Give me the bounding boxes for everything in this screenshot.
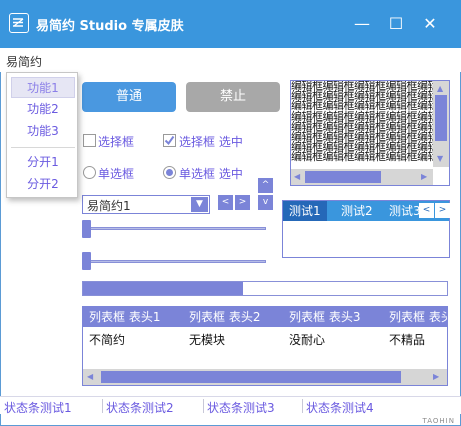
radio-selected-label: 单选框 选中	[179, 167, 243, 181]
menu-item-split2[interactable]: 分开2	[11, 174, 75, 195]
list-hscroll-thumb[interactable]	[101, 371, 401, 383]
checkbox-unchecked-label: 选择框	[98, 135, 135, 149]
list-header-4[interactable]: 列表框 表头4	[389, 307, 447, 327]
window-title: 易简约 Studio 专属皮肤	[36, 19, 184, 34]
slider-track-bottom[interactable]	[82, 260, 266, 263]
list-header: 列表框 表头1 列表框 表头2 列表框 表头3 列表框 表头4	[83, 307, 447, 327]
close-button[interactable]: ✕	[418, 12, 442, 36]
chevron-down-icon[interactable]: ▼	[191, 197, 208, 212]
checkbox-checked-label: 选择框 选中	[179, 135, 243, 149]
menu-bar	[0, 48, 461, 72]
combo-box[interactable]: 易简约1 ▼	[82, 195, 210, 214]
app-logo-icon	[9, 13, 29, 33]
tab-test2[interactable]: 测试2	[335, 201, 379, 221]
status-item-3: 状态条测试3	[207, 401, 275, 415]
menu-item-function2[interactable]: 功能2	[11, 99, 75, 120]
tab-strip: 测试1 测试2 测试3 < >	[283, 201, 450, 221]
scroll-left-icon[interactable]: ◀	[294, 172, 300, 181]
status-item-1: 状态条测试1	[4, 401, 72, 415]
spin-left-button[interactable]: <	[218, 195, 233, 210]
scroll-left-icon[interactable]: ◀	[87, 372, 93, 381]
list-header-2[interactable]: 列表框 表头2	[189, 307, 260, 327]
spin-down-button[interactable]: v	[258, 195, 273, 210]
disabled-button[interactable]: 禁止	[186, 82, 280, 112]
minimize-button[interactable]: —	[350, 12, 374, 36]
menu-item-function3[interactable]: 功能3	[11, 121, 75, 142]
tab-next-button[interactable]: >	[435, 203, 450, 218]
list-cell[interactable]: 没耐心	[289, 331, 325, 348]
list-view[interactable]: 列表框 表头1 列表框 表头2 列表框 表头3 列表框 表头4 不简约 无模块 …	[82, 306, 448, 386]
brand-watermark: TAOHIN	[422, 417, 455, 425]
scroll-up-icon[interactable]: ▲	[437, 84, 443, 93]
status-bar: 状态条测试1 状态条测试2 状态条测试3 状态条测试4	[0, 396, 461, 415]
list-header-3[interactable]: 列表框 表头3	[289, 307, 360, 327]
edit-hscroll-thumb[interactable]	[305, 171, 381, 183]
edit-vscroll-thumb[interactable]	[435, 95, 447, 141]
list-cell[interactable]: 不精品	[389, 331, 425, 348]
list-hscrollbar[interactable]: ◀ ▶	[83, 369, 447, 385]
checkbox-checked[interactable]	[163, 134, 176, 147]
menu-item-split1[interactable]: 分开1	[11, 152, 75, 173]
edit-vscrollbar[interactable]: ▲ ▼	[433, 81, 449, 167]
scroll-down-icon[interactable]: ▼	[437, 154, 443, 163]
status-divider	[203, 399, 204, 413]
progress-fill	[83, 282, 243, 295]
status-item-2: 状态条测试2	[106, 401, 174, 415]
progress-bar	[82, 281, 448, 296]
checkmark-icon	[164, 135, 175, 146]
normal-button[interactable]: 普通	[82, 82, 176, 112]
slider-thumb-bottom[interactable]	[82, 252, 91, 270]
edit-line: 编辑框编辑框编辑框编辑框编辑框	[291, 150, 433, 164]
slider-thumb-top[interactable]	[82, 220, 91, 238]
spin-right-button[interactable]: >	[235, 195, 250, 210]
list-cell[interactable]: 不简约	[89, 331, 125, 348]
menu-item-function1[interactable]: 功能1	[11, 77, 75, 98]
status-divider	[102, 399, 103, 413]
slider-track-top[interactable]	[82, 227, 266, 230]
menu-root[interactable]: 易简约	[6, 53, 42, 70]
tab-control: 测试1 测试2 测试3 < >	[282, 200, 450, 258]
edit-box-text: 编辑框编辑框编辑框编辑框编辑框 编辑框编辑框编辑框编辑框编辑框 编辑框编辑框编辑…	[291, 81, 433, 167]
combo-value: 易简约1	[87, 199, 131, 213]
edit-hscrollbar[interactable]: ◀ ▶	[291, 169, 433, 185]
list-header-1[interactable]: 列表框 表头1	[89, 307, 160, 327]
radio-unselected[interactable]	[83, 166, 96, 179]
list-cell[interactable]: 无模块	[189, 331, 225, 348]
radio-unselected-label: 单选框	[98, 167, 135, 181]
menu-separator	[11, 147, 75, 148]
dropdown-menu: 功能1 功能2 功能3 分开1 分开2	[6, 72, 78, 198]
status-divider	[302, 399, 303, 413]
radio-selected[interactable]	[163, 166, 176, 179]
tab-prev-button[interactable]: <	[419, 203, 434, 218]
tab-test1[interactable]: 测试1	[283, 201, 327, 221]
checkbox-unchecked[interactable]	[83, 134, 96, 147]
spin-up-button[interactable]: ^	[258, 178, 273, 193]
radio-dot-icon	[166, 169, 173, 176]
scroll-right-icon[interactable]: ▶	[433, 372, 439, 381]
maximize-button[interactable]: ☐	[384, 12, 408, 36]
edit-box[interactable]: 编辑框编辑框编辑框编辑框编辑框 编辑框编辑框编辑框编辑框编辑框 编辑框编辑框编辑…	[290, 80, 450, 186]
scroll-right-icon[interactable]: ▶	[421, 172, 427, 181]
status-item-4: 状态条测试4	[306, 401, 374, 415]
